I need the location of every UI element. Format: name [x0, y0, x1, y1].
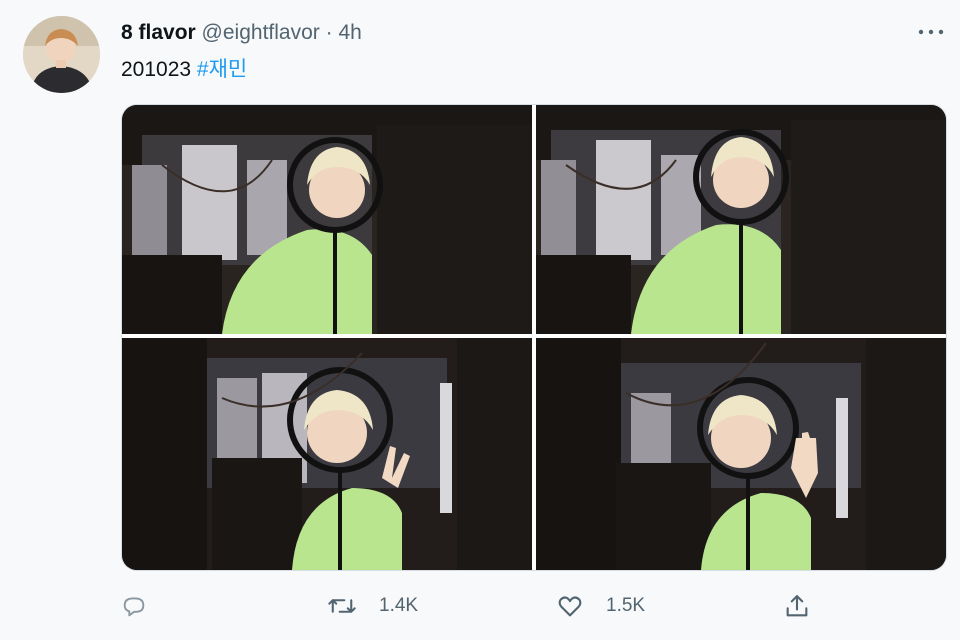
more-options-button[interactable] [916, 24, 946, 40]
photo-2-image [536, 105, 946, 334]
retweet-count: 1.4K [379, 595, 419, 616]
retweet-icon [328, 599, 356, 613]
media-grid [121, 104, 947, 571]
share-icon [786, 595, 808, 617]
timestamp[interactable]: 4h [338, 21, 361, 44]
photo-3[interactable] [122, 338, 532, 570]
reply-button[interactable] [120, 588, 170, 624]
photo-2[interactable] [536, 105, 946, 334]
photo-1[interactable] [122, 105, 532, 334]
tweet-header: 8 flavor @eightflavor · 4h [121, 20, 362, 46]
heart-icon [558, 596, 582, 617]
photo-3-image [122, 338, 532, 570]
hashtag-link[interactable]: #재민 [197, 58, 247, 81]
display-name[interactable]: 8 flavor [121, 21, 196, 44]
photo-4-image [536, 338, 946, 570]
tweet-body: 201023 [121, 58, 192, 81]
retweet-button[interactable]: 1.4K [327, 588, 418, 624]
tweet: 8 flavor @eightflavor · 4h 201023 #재민 1.… [0, 0, 960, 640]
like-button[interactable]: 1.5K [556, 588, 645, 624]
avatar[interactable] [23, 16, 100, 93]
photo-4[interactable] [536, 338, 946, 570]
reply-icon [123, 597, 145, 617]
like-count: 1.5K [606, 595, 646, 616]
user-handle[interactable]: @eightflavor [202, 21, 320, 44]
more-options-icon [918, 29, 944, 35]
tweet-text: 201023 #재민 [121, 57, 247, 83]
photo-1-image [122, 105, 532, 334]
share-button[interactable] [783, 588, 833, 624]
separator: · [325, 21, 333, 44]
profile-avatar-icon [23, 16, 100, 93]
tweet-actions: 1.4K 1.5K [0, 588, 960, 624]
